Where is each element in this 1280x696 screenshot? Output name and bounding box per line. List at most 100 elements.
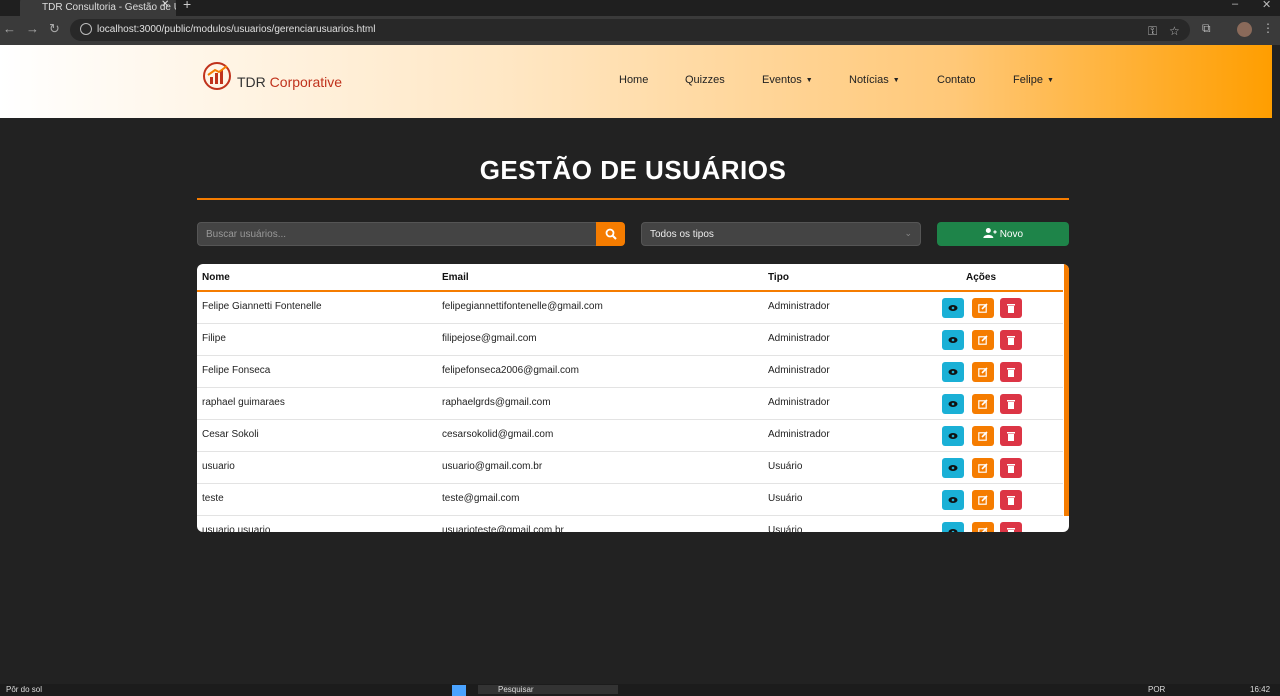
logo-icon[interactable] (202, 61, 232, 91)
eye-icon (948, 465, 958, 471)
nav-noticias[interactable]: Notícias ▼ (849, 74, 900, 86)
page-title: GESTÃO DE USUÁRIOS (479, 155, 787, 185)
user-name: Cesar Sokoli (202, 429, 259, 440)
user-type: Administrador (768, 333, 830, 344)
table-row: Felipe Giannetti Fontenelle felipegiannet… (197, 292, 1063, 324)
delete-user-button[interactable] (1000, 298, 1022, 318)
edit-user-button[interactable] (972, 490, 994, 510)
edit-icon (978, 335, 988, 345)
trash-icon (1007, 368, 1015, 377)
nav-user-menu[interactable]: Felipe ▼ (1013, 74, 1054, 86)
table-row: usuario usuario@gmail.com.br Usuário (197, 452, 1063, 484)
edit-user-button[interactable] (972, 394, 994, 414)
edit-icon (978, 431, 988, 441)
edit-user-button[interactable] (972, 522, 994, 532)
brand-name[interactable]: TDR Corporative (237, 74, 342, 90)
user-name: raphael guimaraes (202, 397, 285, 408)
view-user-button[interactable] (942, 330, 964, 350)
user-plus-icon (983, 228, 997, 238)
weather-widget[interactable]: Pôr do sol (6, 685, 42, 694)
view-user-button[interactable] (942, 394, 964, 414)
user-email: felipegiannettifontenelle@gmail.com (442, 301, 603, 312)
avatar[interactable] (1237, 22, 1252, 37)
edit-user-button[interactable] (972, 362, 994, 382)
user-name: teste (202, 493, 224, 504)
eye-icon (948, 433, 958, 439)
search-input[interactable] (197, 222, 597, 246)
edit-user-button[interactable] (972, 458, 994, 478)
address-bar: ← → ↻ localhost:3000/public/modulos/usua… (0, 16, 1280, 45)
new-tab-icon[interactable]: + (183, 0, 191, 12)
browser-tab[interactable]: TDR Consultoria - Gestão de U... (20, 0, 176, 16)
delete-user-button[interactable] (1000, 330, 1022, 350)
title-divider (197, 198, 1069, 200)
new-user-button[interactable]: Novo (937, 222, 1069, 246)
eye-icon (948, 529, 958, 532)
site-info-icon[interactable] (80, 23, 92, 35)
eye-icon (948, 305, 958, 311)
nav-home[interactable]: Home (619, 74, 648, 86)
view-user-button[interactable] (942, 458, 964, 478)
key-icon[interactable]: ⚿ (1148, 24, 1157, 39)
view-user-button[interactable] (942, 426, 964, 446)
weather-label: Pôr do sol (6, 685, 43, 694)
user-type: Usuário (768, 493, 803, 504)
view-user-button[interactable] (942, 522, 964, 532)
menu-icon[interactable]: ⋮ (1262, 21, 1274, 35)
close-window-icon[interactable]: ✕ (1262, 0, 1271, 11)
search-button[interactable] (596, 222, 625, 246)
nav-eventos[interactable]: Eventos ▼ (762, 74, 813, 86)
search-icon (605, 228, 617, 240)
delete-user-button[interactable] (1000, 426, 1022, 446)
forward-icon[interactable]: → (26, 21, 39, 36)
table-scrollbar[interactable] (1064, 264, 1069, 516)
windows-start-icon[interactable] (452, 685, 466, 696)
chevron-down-icon: ▼ (1046, 77, 1054, 84)
eye-icon (948, 369, 958, 375)
delete-user-button[interactable] (1000, 490, 1022, 510)
table-header: Nome Email Tipo Ações (197, 264, 1063, 292)
user-type: Usuário (768, 525, 803, 532)
delete-user-button[interactable] (1000, 522, 1022, 532)
delete-user-button[interactable] (1000, 394, 1022, 414)
eye-icon (948, 497, 958, 503)
trash-icon (1007, 464, 1015, 473)
site-navbar: TDR Corporative Home Quizzes Eventos ▼ No… (0, 45, 1272, 118)
url-field[interactable]: localhost:3000/public/modulos/usuarios/g… (70, 19, 1190, 41)
taskbar-search[interactable]: Pesquisar (478, 685, 618, 694)
clock[interactable]: 16:42 (1250, 685, 1270, 694)
delete-user-button[interactable] (1000, 362, 1022, 382)
tab-close-icon[interactable]: ✕ (161, 0, 169, 10)
back-icon[interactable]: ← (3, 21, 16, 36)
user-type: Administrador (768, 301, 830, 312)
table-row: Cesar Sokoli cesarsokolid@gmail.com Admini… (197, 420, 1063, 452)
delete-user-button[interactable] (1000, 458, 1022, 478)
minimize-icon[interactable]: – (1232, 0, 1238, 10)
trash-icon (1007, 304, 1015, 313)
user-name: usuario (202, 461, 235, 472)
nav-user-label: Felipe (1013, 74, 1043, 86)
table-row: Filipe filipejose@gmail.com Administrador (197, 324, 1063, 356)
language-indicator[interactable]: POR (1148, 685, 1165, 694)
user-name: Filipe (202, 333, 226, 344)
type-filter-select[interactable]: Todos os tipos ⌄ (641, 222, 921, 246)
reload-icon[interactable]: ↻ (49, 21, 60, 37)
view-user-button[interactable] (942, 490, 964, 510)
edit-user-button[interactable] (972, 426, 994, 446)
users-table: Nome Email Tipo Ações Felipe Giannetti F… (197, 264, 1069, 532)
star-icon[interactable]: ☆ (1169, 24, 1180, 38)
nav-home-label: Home (619, 74, 649, 86)
user-email: usuario@gmail.com.br (442, 461, 543, 472)
user-email: filipejose@gmail.com (442, 333, 537, 344)
nav-quizzes[interactable]: Quizzes (685, 74, 725, 86)
header-actions: Ações (966, 272, 997, 283)
extensions-icon[interactable]: ⧉ (1202, 21, 1211, 36)
view-user-button[interactable] (942, 362, 964, 382)
view-user-button[interactable] (942, 298, 964, 318)
header-type: Tipo (768, 272, 789, 283)
edit-user-button[interactable] (972, 330, 994, 350)
edit-user-button[interactable] (972, 298, 994, 318)
user-email: usuarioteste@gmail.com.br (442, 525, 564, 532)
nav-contato[interactable]: Contato (937, 74, 976, 86)
user-type: Administrador (768, 397, 830, 408)
